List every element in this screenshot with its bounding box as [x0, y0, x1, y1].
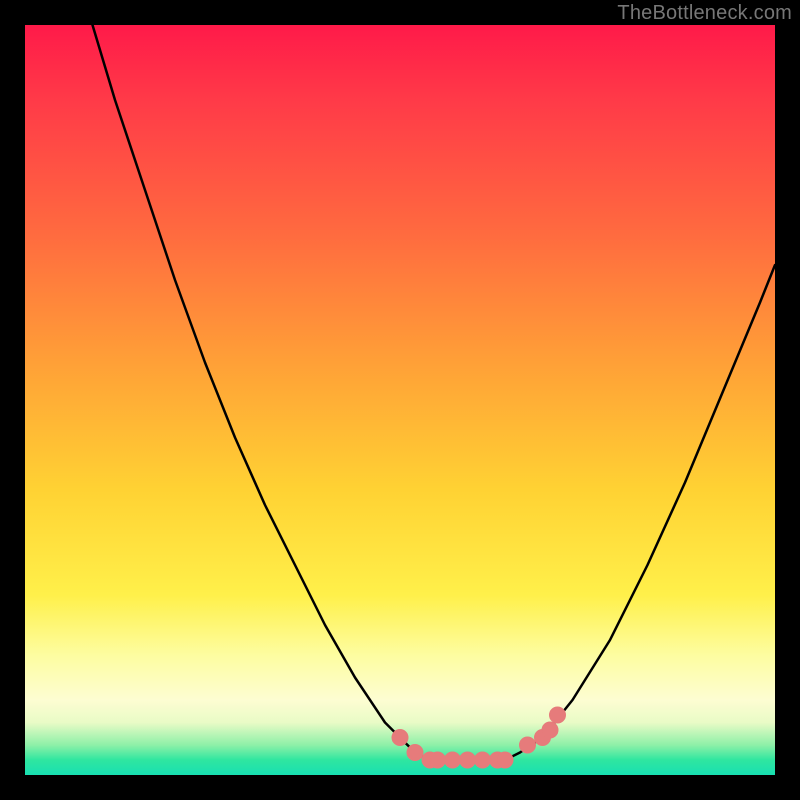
- data-marker: [460, 752, 476, 768]
- bottleneck-curve: [25, 25, 775, 775]
- data-marker: [392, 730, 408, 746]
- plot-area: [25, 25, 775, 775]
- data-marker: [430, 752, 446, 768]
- data-marker: [520, 737, 536, 753]
- data-marker: [542, 722, 558, 738]
- data-marker: [445, 752, 461, 768]
- chart-frame: TheBottleneck.com: [0, 0, 800, 800]
- marker-group: [392, 707, 566, 768]
- watermark-label: TheBottleneck.com: [617, 2, 792, 25]
- data-marker: [475, 752, 491, 768]
- curve-path: [93, 25, 776, 760]
- data-marker: [550, 707, 566, 723]
- data-marker: [497, 752, 513, 768]
- data-marker: [407, 745, 423, 761]
